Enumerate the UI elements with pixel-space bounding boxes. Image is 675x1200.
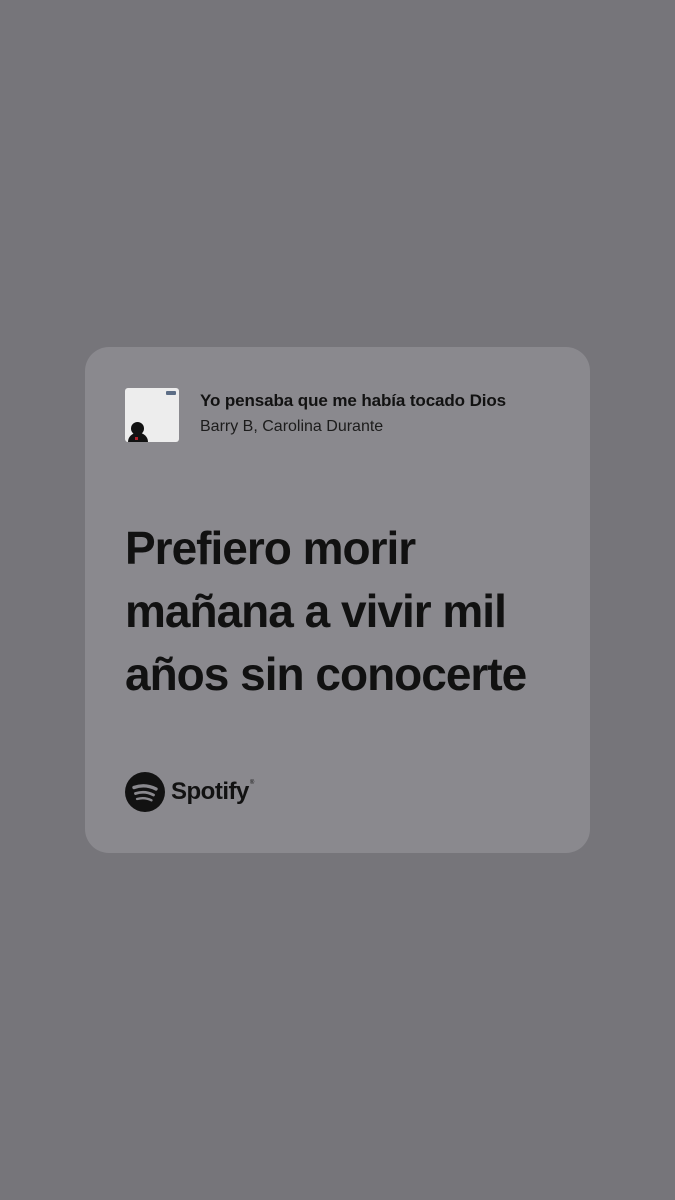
song-artists: Barry B, Carolina Durante xyxy=(200,418,384,435)
album-cover xyxy=(125,388,179,442)
album-cover-badge xyxy=(166,391,176,395)
spotify-logo-icon xyxy=(125,772,165,812)
lyric-line: años sin conocerte xyxy=(125,648,527,700)
lyrics-share-card: Yo pensaba que me había tocado Dios Barr… xyxy=(85,347,590,853)
lyric-line: mañana a vivir mil xyxy=(125,585,507,637)
song-title: Yo pensaba que me había tocado Dios xyxy=(200,391,507,410)
spotify-logo: Spotify ® xyxy=(125,771,254,813)
spotify-wordmark: Spotify xyxy=(171,778,249,805)
lyric-line: Prefiero morir xyxy=(125,522,416,574)
trademark-symbol: ® xyxy=(249,780,255,786)
album-cover-figure-body xyxy=(128,433,148,442)
lyric-text: Prefiero morir mañana a vivir mil años s… xyxy=(125,517,565,706)
album-cover-accent xyxy=(135,437,138,440)
